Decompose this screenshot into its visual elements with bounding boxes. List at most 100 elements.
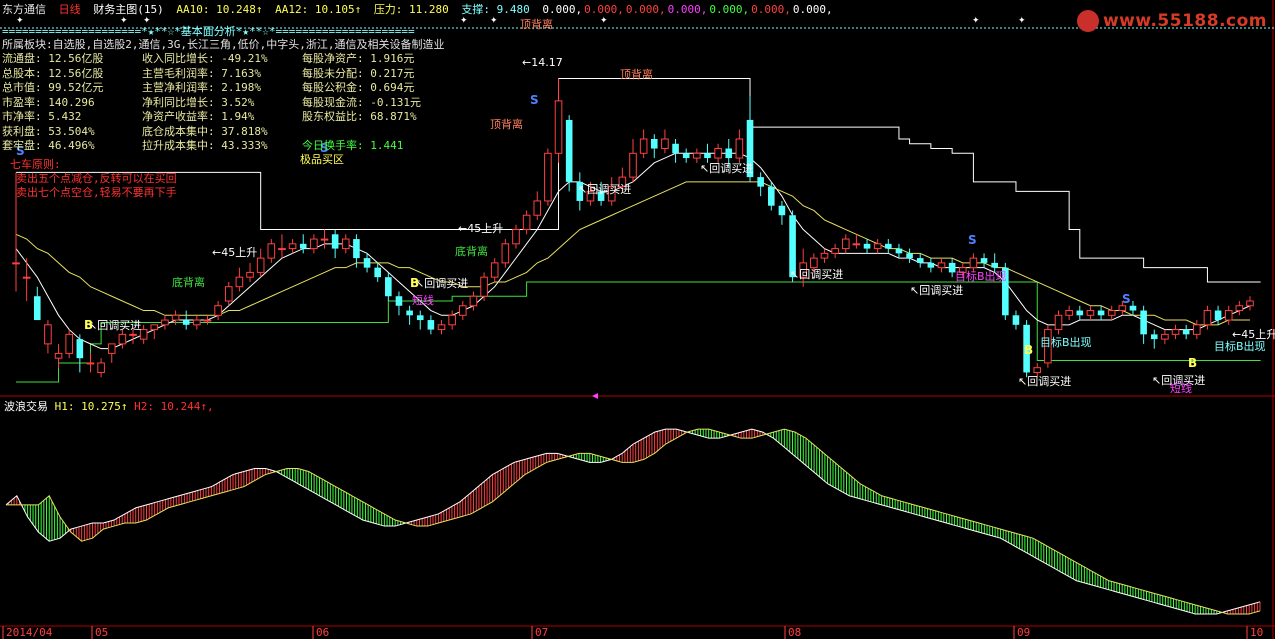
fundamental-col1-4: 市净率: 5.432 bbox=[2, 110, 82, 123]
candle-body bbox=[1161, 333, 1169, 340]
pullback-buy-label: ↖回调买进 bbox=[700, 162, 753, 175]
tip-line-1: 卖出五个点减仓,反转可以在买回 bbox=[16, 172, 177, 185]
candle-body bbox=[565, 119, 573, 182]
candle-body bbox=[704, 153, 711, 159]
stock-name[interactable]: 东方通信 bbox=[2, 3, 46, 16]
watermark-logo bbox=[1076, 10, 1099, 32]
tip-line-2: 卖出七个点空仓,轻易不要再下手 bbox=[16, 186, 177, 199]
sub-chart-name: 波浪交易 bbox=[4, 400, 48, 413]
candle-body bbox=[1214, 310, 1222, 321]
x-tick-label: 05 bbox=[95, 626, 109, 639]
candle-body bbox=[448, 314, 456, 326]
candle-body bbox=[533, 200, 542, 216]
header-star-icon: ✦ bbox=[1018, 16, 1026, 26]
candle-body bbox=[661, 138, 669, 150]
candle-body bbox=[331, 234, 339, 249]
candle-body bbox=[256, 257, 265, 273]
zero-value: 0.000, bbox=[584, 3, 624, 16]
fundamental-col3-1: 每股未分配: 0.217元 bbox=[302, 66, 415, 80]
candle-body bbox=[150, 324, 159, 331]
fundamental-col2-5: 底仓成本集中: 37.818% bbox=[142, 124, 268, 138]
sell-signal: S bbox=[1122, 292, 1131, 306]
sell-signal: S bbox=[530, 93, 539, 107]
candle-body bbox=[1118, 305, 1127, 312]
candle-body bbox=[639, 138, 648, 154]
candle-body bbox=[1140, 310, 1147, 335]
aa10-value: AA10: 10.248↑ bbox=[176, 3, 263, 16]
bottom-divergence-label: 底背离 bbox=[172, 275, 205, 289]
candle-body bbox=[363, 258, 371, 268]
top-divergence-label: 顶背离 bbox=[620, 67, 653, 81]
candle-body bbox=[927, 262, 935, 268]
zero-value: 0.000, bbox=[709, 3, 750, 16]
candle-body bbox=[725, 148, 733, 159]
header-star-icon: ✦ bbox=[460, 16, 468, 26]
candle-body bbox=[480, 276, 488, 297]
candle-body bbox=[1033, 367, 1042, 373]
candle-body bbox=[12, 262, 20, 265]
target-label: 目标B出现 bbox=[1214, 339, 1266, 353]
candle-body bbox=[406, 310, 413, 316]
candle-body bbox=[767, 186, 775, 206]
h2-value: H2: 10.244↑, bbox=[134, 400, 214, 413]
candle-body bbox=[1097, 310, 1105, 316]
candle-body bbox=[22, 276, 31, 279]
candle-body bbox=[76, 339, 84, 359]
header-star-icon: ✦ bbox=[600, 16, 608, 26]
candle-body bbox=[171, 314, 180, 321]
candle-body bbox=[1193, 324, 1201, 335]
candle-body bbox=[980, 258, 988, 263]
candle-body bbox=[1086, 310, 1095, 316]
short-line-label: 短线 bbox=[412, 293, 434, 307]
candle-body bbox=[1076, 310, 1084, 316]
candle-body bbox=[895, 248, 903, 254]
candle-body bbox=[672, 143, 679, 154]
wave-histogram bbox=[5, 428, 1261, 615]
pullback-buy-label: ↖回调买进 bbox=[910, 284, 963, 297]
candle-body bbox=[203, 319, 212, 322]
sell-signal: S bbox=[968, 233, 977, 247]
candle-body bbox=[1150, 334, 1158, 340]
candle-body bbox=[86, 362, 95, 365]
candle-body bbox=[235, 276, 244, 288]
up45-label: ←45上升 bbox=[212, 246, 257, 259]
bottom-divergence-label: 底背离 bbox=[455, 244, 488, 258]
target-label: 目标B出现 bbox=[955, 269, 1007, 283]
fundamental-col3-6: 今日换手率: 1.441 bbox=[302, 139, 404, 152]
zero-value: 0.000, bbox=[751, 3, 791, 16]
fundamental-col2-4: 净资产收益率: 1.94% bbox=[142, 110, 255, 123]
candle-body bbox=[437, 324, 446, 331]
candle-body bbox=[278, 248, 286, 251]
candle-body bbox=[629, 152, 637, 178]
zero-value: 0.000, bbox=[625, 3, 666, 16]
fundamental-col1-1: 总股本: 12.56亿股 bbox=[2, 66, 104, 80]
candle-body bbox=[44, 324, 52, 345]
candle-body bbox=[831, 248, 839, 254]
header-star-icon: ✦ bbox=[972, 16, 980, 26]
candle-body bbox=[810, 257, 818, 269]
candle-body bbox=[427, 320, 435, 330]
candle-body bbox=[852, 243, 861, 246]
watermark-text: www.55188.com bbox=[1102, 11, 1267, 31]
candle-body bbox=[906, 253, 913, 259]
candle-body bbox=[778, 205, 786, 216]
candle-body bbox=[1224, 310, 1233, 321]
indicator-name[interactable]: 财务主图(15) bbox=[93, 3, 164, 16]
period-label[interactable]: 日线 bbox=[59, 3, 81, 16]
tip-line-0: 七车原则: bbox=[10, 158, 61, 171]
candle-body bbox=[385, 277, 392, 297]
candle-body bbox=[161, 319, 169, 326]
candle-body bbox=[288, 243, 297, 250]
x-tick-label: 09 bbox=[1017, 626, 1031, 639]
h1-value: H1: 10.275↑ bbox=[54, 400, 128, 413]
candle-body bbox=[512, 229, 520, 245]
candle-body bbox=[757, 177, 764, 187]
scroll-marker-icon bbox=[592, 393, 598, 399]
candle-body bbox=[1054, 314, 1063, 331]
candle-body bbox=[863, 243, 871, 249]
candle-body bbox=[129, 333, 137, 336]
candle-body bbox=[714, 148, 722, 159]
ma-short-line bbox=[15, 152, 1251, 350]
zero-value: 0.000, bbox=[542, 3, 583, 16]
fundamental-col1-5: 获利盘: 53.504% bbox=[2, 124, 95, 138]
